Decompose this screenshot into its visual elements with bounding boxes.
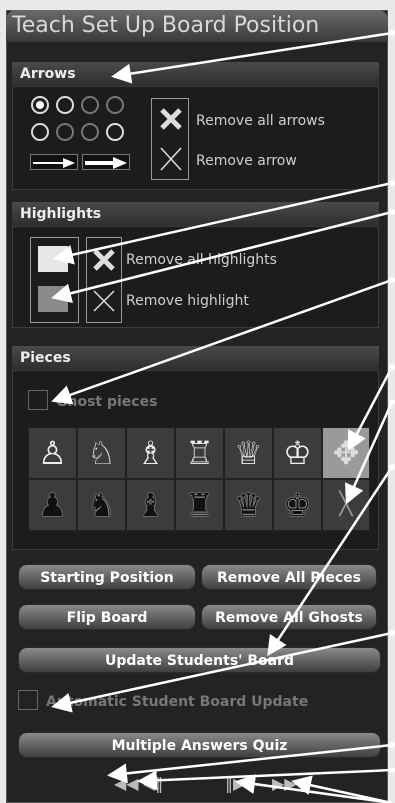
previous-move-icon[interactable]: ◀‖	[143, 774, 163, 793]
highlight-color-light[interactable]	[38, 246, 68, 272]
auto-update-label: Automatic Student Board Update	[46, 694, 309, 710]
multiple-answers-quiz-button[interactable]: Multiple Answers Quiz	[18, 732, 381, 758]
remove-all-arrows-icon[interactable]	[158, 104, 184, 134]
white-king-icon[interactable]: ♔	[273, 427, 322, 479]
ghost-pieces-checkbox[interactable]	[28, 390, 48, 410]
arrow-right-icon	[33, 158, 75, 168]
arrow-color-3[interactable]	[81, 96, 99, 114]
panel-title: Teach Set Up Board Position	[6, 10, 388, 42]
arrow-color-7[interactable]	[81, 123, 99, 141]
arrows-heading: Arrows	[12, 62, 379, 86]
starting-position-button[interactable]: Starting Position	[18, 564, 196, 590]
remove-all-highlights-label[interactable]: Remove all highlights	[126, 252, 277, 268]
arrow-color-4[interactable]	[106, 96, 124, 114]
black-bishop-icon[interactable]: ♝	[126, 479, 175, 531]
black-rook-icon[interactable]: ♜	[175, 479, 224, 531]
black-pawn-icon[interactable]: ♟	[28, 479, 77, 531]
black-queen-icon[interactable]: ♛	[224, 479, 273, 531]
arrow-color-1[interactable]	[31, 96, 49, 114]
remove-all-highlights-icon[interactable]	[91, 247, 117, 273]
pieces-heading: Pieces	[12, 346, 379, 370]
first-move-icon[interactable]: ◀◀	[114, 774, 139, 793]
white-knight-icon[interactable]: ♘	[77, 427, 126, 479]
update-students-board-button[interactable]: Update Students' Board	[18, 647, 381, 673]
black-knight-icon[interactable]: ♞	[77, 479, 126, 531]
remove-all-ghosts-button[interactable]: Remove All Ghosts	[201, 604, 377, 630]
remove-all-arrows-label[interactable]: Remove all arrows	[196, 113, 325, 129]
remove-arrow-label[interactable]: Remove arrow	[196, 153, 297, 169]
arrow-style-thick[interactable]	[82, 154, 130, 170]
white-rook-icon[interactable]: ♖	[175, 427, 224, 479]
move-tool-icon[interactable]: ✥	[322, 427, 370, 479]
arrow-right-icon	[85, 157, 127, 169]
next-move-icon[interactable]: ‖▶	[225, 774, 245, 793]
last-move-icon[interactable]: ▶▶	[272, 774, 297, 793]
white-bishop-icon[interactable]: ♗	[126, 427, 175, 479]
arrow-color-2[interactable]	[56, 96, 74, 114]
remove-highlight-icon[interactable]	[91, 288, 117, 314]
arrow-color-8[interactable]	[106, 123, 124, 141]
erase-tool-icon[interactable]: ╳	[322, 479, 370, 531]
highlight-color-dark[interactable]	[38, 286, 68, 312]
remove-arrow-icon[interactable]	[158, 144, 184, 174]
white-queen-icon[interactable]: ♕	[224, 427, 273, 479]
auto-update-checkbox[interactable]	[18, 690, 38, 710]
remove-highlight-label[interactable]: Remove highlight	[126, 293, 249, 309]
piece-palette: ♙ ♘ ♗ ♖ ♕ ♔ ✥ ♟ ♞ ♝ ♜ ♛ ♚ ╳	[28, 427, 372, 531]
arrow-color-6[interactable]	[56, 123, 74, 141]
remove-all-pieces-button[interactable]: Remove All Pieces	[201, 564, 377, 590]
flip-board-button[interactable]: Flip Board	[18, 604, 196, 630]
white-pawn-icon[interactable]: ♙	[28, 427, 77, 479]
arrow-color-5[interactable]	[31, 123, 49, 141]
black-king-icon[interactable]: ♚	[273, 479, 322, 531]
ghost-pieces-label: Ghost pieces	[56, 394, 158, 410]
highlights-heading: Highlights	[12, 202, 379, 226]
arrow-style-thin[interactable]	[30, 154, 78, 170]
